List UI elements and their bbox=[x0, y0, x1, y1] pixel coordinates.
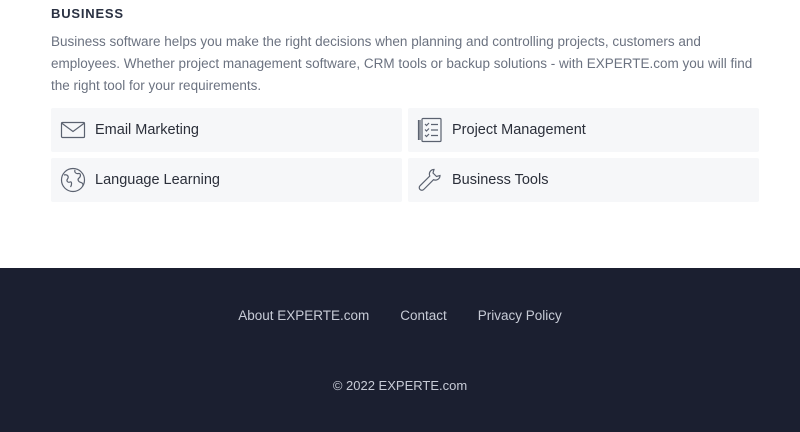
wrench-icon bbox=[417, 167, 443, 193]
footer-link-contact[interactable]: Contact bbox=[400, 308, 447, 323]
section-heading: BUSINESS bbox=[51, 6, 124, 21]
globe-icon bbox=[60, 167, 86, 193]
category-card-project-management[interactable]: Project Management bbox=[408, 108, 759, 152]
category-label: Language Learning bbox=[95, 172, 220, 188]
category-card-language-learning[interactable]: Language Learning bbox=[51, 158, 402, 202]
category-grid: Email Marketing Project Management Langu… bbox=[51, 108, 759, 202]
copyright-text: © 2022 EXPERTE.com bbox=[332, 378, 468, 393]
category-card-email-marketing[interactable]: Email Marketing bbox=[51, 108, 402, 152]
category-label: Project Management bbox=[452, 122, 586, 138]
footer-link-about[interactable]: About EXPERTE.com bbox=[238, 308, 369, 323]
category-card-business-tools[interactable]: Business Tools bbox=[408, 158, 759, 202]
category-label: Business Tools bbox=[452, 172, 549, 188]
site-footer: About EXPERTE.com Contact Privacy Policy… bbox=[0, 268, 800, 432]
footer-link-privacy[interactable]: Privacy Policy bbox=[478, 308, 562, 323]
category-label: Email Marketing bbox=[95, 122, 199, 138]
envelope-icon bbox=[60, 117, 86, 143]
footer-nav: About EXPERTE.com Contact Privacy Policy bbox=[0, 308, 800, 323]
section-description: Business software helps you make the rig… bbox=[51, 34, 753, 93]
checklist-icon bbox=[417, 117, 443, 143]
